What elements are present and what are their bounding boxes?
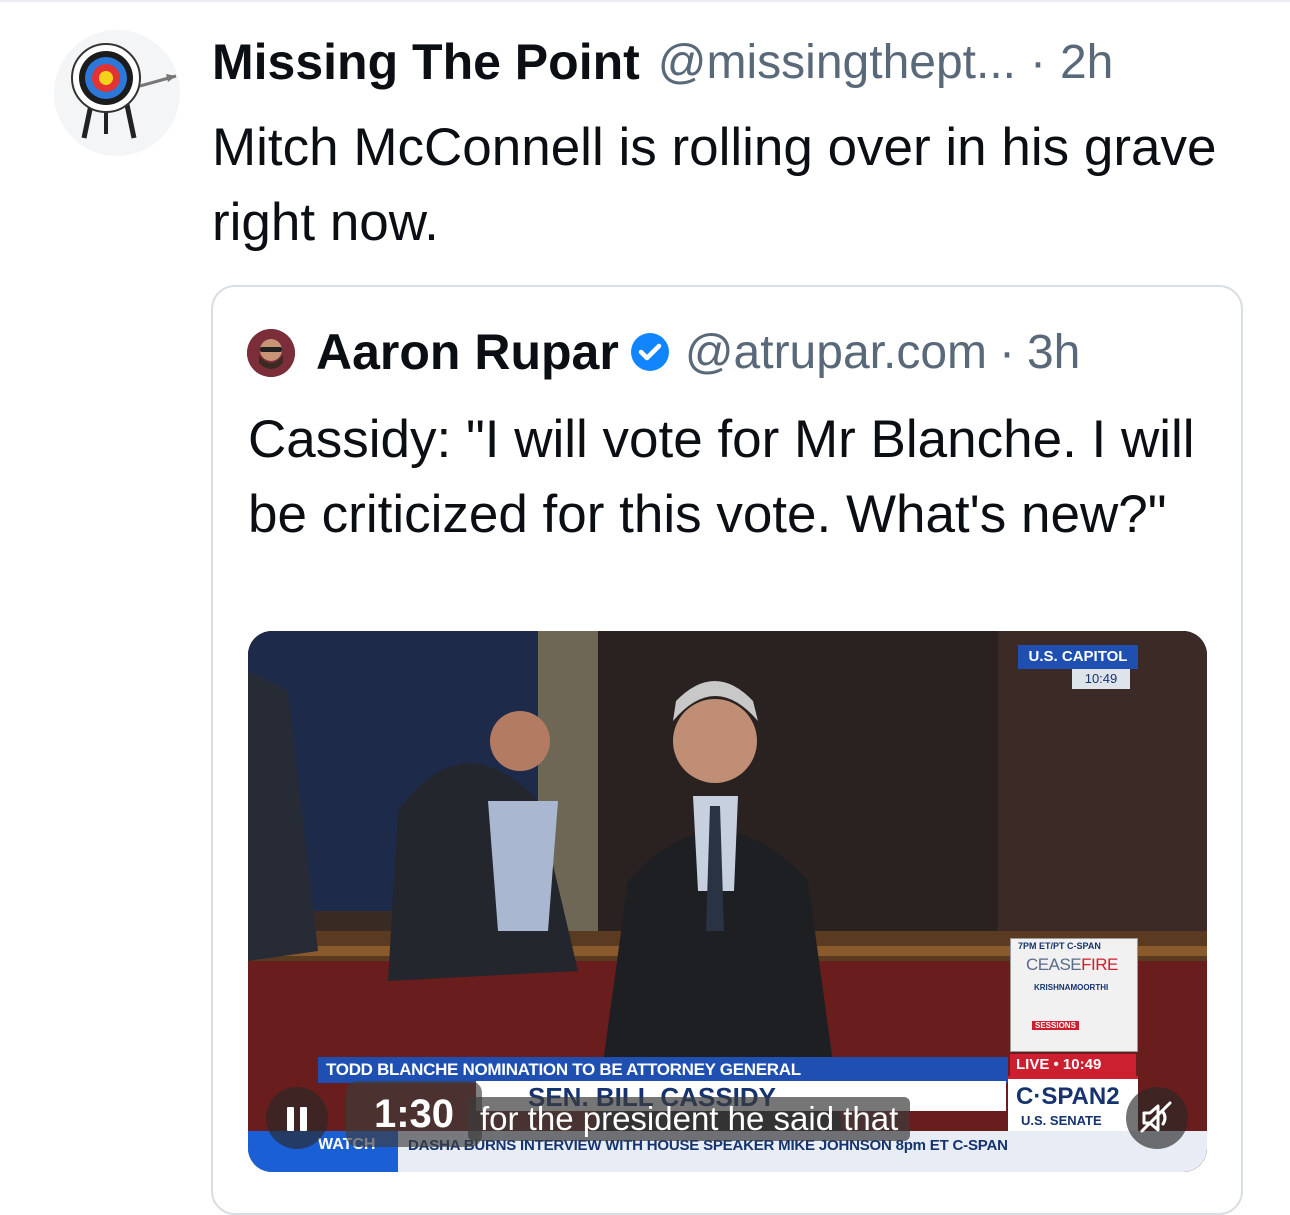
pause-icon xyxy=(287,1107,294,1131)
divider xyxy=(0,0,1290,2)
video-caption: for the president he said that xyxy=(468,1097,911,1141)
unmute-button[interactable] xyxy=(1126,1087,1188,1149)
location-bug: U.S. CAPITOL xyxy=(1018,645,1138,669)
person-photo-icon xyxy=(247,329,295,377)
promo-guest-2: SESSIONS xyxy=(1032,1021,1079,1030)
live-indicator: LIVE • 10:49 xyxy=(1010,1054,1136,1076)
post-timestamp[interactable]: 2h xyxy=(1060,35,1113,90)
verified-badge-icon xyxy=(630,333,669,371)
quote-timestamp[interactable]: 3h xyxy=(1027,325,1080,380)
author-avatar[interactable] xyxy=(54,30,180,156)
clock-bug: 10:49 xyxy=(1072,669,1130,689)
network-logo: C·SPAN2 xyxy=(1016,1083,1120,1110)
muted-speaker-icon xyxy=(1140,1101,1172,1133)
quote-header: Aaron Rupar @atrupar.com · 3h xyxy=(316,320,1080,384)
promo-title: CEASEFIRE xyxy=(1026,955,1118,974)
lower-third-headline: TODD BLANCHE NOMINATION TO BE ATTORNEY G… xyxy=(318,1057,1008,1083)
promo-guest: KRISHNAMOORTHI xyxy=(1034,983,1109,992)
post-text: Mitch McConnell is rolling over in his g… xyxy=(212,118,1217,252)
post-header: Missing The Point @missingthept... · 2h xyxy=(212,30,1113,94)
promo-time: 7PM ET/PT C-SPAN xyxy=(1018,941,1101,951)
author-handle[interactable]: @missingthept... xyxy=(658,35,1016,90)
video-time: 1:30 xyxy=(346,1081,482,1147)
archery-target-icon xyxy=(54,30,180,156)
separator-dot: · xyxy=(999,325,1015,379)
network-subtitle: U.S. SENATE xyxy=(1021,1113,1102,1128)
quote-text: Cassidy: "I will vote for Mr Blanche. I … xyxy=(248,410,1195,544)
pause-icon-bar xyxy=(300,1107,307,1131)
pause-button[interactable] xyxy=(266,1087,328,1149)
author-name[interactable]: Missing The Point xyxy=(212,33,640,91)
quote-author-name[interactable]: Aaron Rupar xyxy=(316,323,619,381)
separator-dot: · xyxy=(1030,35,1046,89)
video-player[interactable]: U.S. CAPITOL 10:49 7PM ET/PT C-SPAN CEAS… xyxy=(248,631,1207,1172)
quote-author-handle[interactable]: @atrupar.com xyxy=(685,325,987,380)
quote-author-avatar[interactable] xyxy=(247,329,295,377)
